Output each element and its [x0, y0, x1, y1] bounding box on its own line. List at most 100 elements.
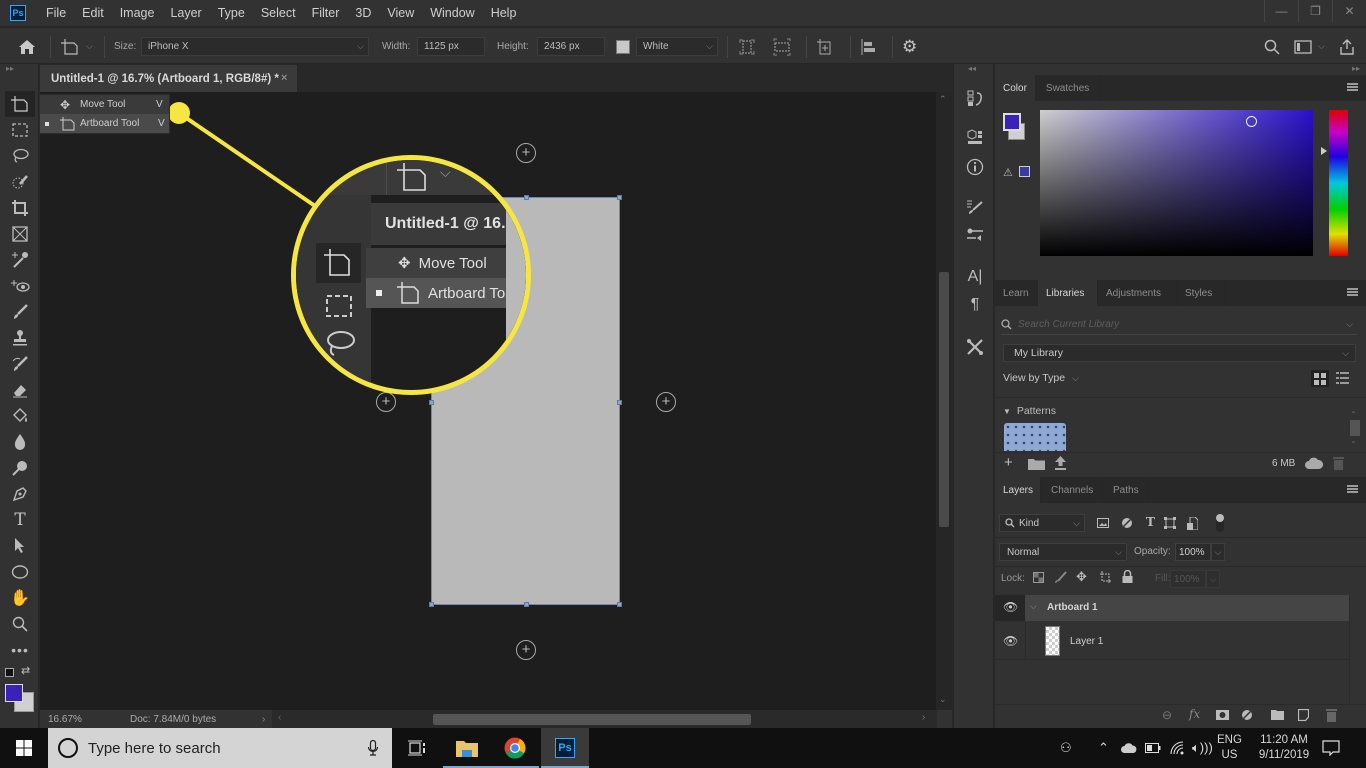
resize-handle[interactable]: [429, 602, 434, 607]
crop-tool[interactable]: [8, 197, 32, 219]
flyout-artboard-tool[interactable]: Artboard Tool V: [40, 114, 169, 133]
new-adjustment-layer-icon[interactable]: [1241, 709, 1253, 721]
tab-channels[interactable]: Channels: [1041, 477, 1103, 503]
status-menu-arrow-icon[interactable]: ›: [262, 714, 265, 725]
library-dropdown[interactable]: My Library ⌵: [1003, 344, 1356, 362]
tab-color[interactable]: Color: [995, 75, 1036, 101]
zoom-tool[interactable]: [8, 613, 32, 635]
show-hidden-icons-button[interactable]: ⌃: [1098, 728, 1109, 768]
resize-handle[interactable]: [524, 602, 529, 607]
quick-selection-tool[interactable]: [8, 171, 32, 193]
size-dropdown[interactable]: iPhone X ⌵: [141, 37, 369, 56]
filter-shape-layers-icon[interactable]: [1164, 517, 1176, 529]
out-of-gamut-warning-icon[interactable]: ⚠: [1003, 166, 1013, 179]
link-layers-icon[interactable]: ⊖: [1162, 708, 1172, 722]
resize-handle[interactable]: [617, 400, 622, 405]
task-view-button[interactable]: [392, 728, 440, 768]
opacity-slider-button[interactable]: ⌵: [1211, 543, 1225, 561]
add-artboard-left-icon[interactable]: +: [376, 392, 396, 412]
hue-slider[interactable]: [1329, 110, 1348, 256]
horizontal-scroll-thumb[interactable]: [433, 714, 751, 725]
menu-type[interactable]: Type: [218, 6, 245, 20]
chevron-down-icon[interactable]: ⌵: [1030, 601, 1037, 612]
document-tab[interactable]: Untitled-1 @ 16.7% (Artboard 1, RGB/8#) …: [40, 65, 297, 92]
info-panel-button[interactable]: [964, 156, 986, 178]
photoshop-taskbar-button[interactable]: Ps: [541, 728, 589, 768]
libraries-scrollbar[interactable]: ⌃ ⌄: [1350, 410, 1360, 448]
scroll-down-icon[interactable]: ⌄: [1350, 436, 1357, 445]
cloud-icon[interactable]: [1305, 457, 1323, 469]
lock-transparent-pixels-icon[interactable]: [1033, 572, 1044, 583]
minimize-button[interactable]: —: [1264, 0, 1298, 22]
lock-position-icon[interactable]: ✥: [1076, 569, 1087, 585]
color-picker-cursor[interactable]: [1246, 116, 1257, 127]
upload-icon[interactable]: [1054, 456, 1067, 471]
battery-button[interactable]: [1145, 728, 1161, 768]
history-panel-button[interactable]: [964, 87, 986, 109]
background-color-swatch[interactable]: [616, 39, 630, 54]
home-button[interactable]: [18, 28, 36, 65]
landscape-button[interactable]: [772, 28, 792, 65]
path-selection-tool[interactable]: [8, 535, 32, 557]
history-brush-tool[interactable]: [8, 353, 32, 375]
brush-settings-button[interactable]: [964, 196, 986, 218]
scroll-down-icon[interactable]: ⌄: [939, 694, 947, 705]
frame-tool[interactable]: [8, 223, 32, 245]
library-search[interactable]: Search Current Library ⌵: [1001, 315, 1357, 335]
restore-button[interactable]: ❐: [1298, 0, 1332, 22]
pen-tool[interactable]: [8, 483, 32, 505]
folder-icon[interactable]: [1028, 458, 1045, 470]
menu-3d[interactable]: 3D: [355, 6, 371, 20]
color-panel-foreground-swatch[interactable]: [1003, 113, 1021, 131]
menu-layer[interactable]: Layer: [170, 6, 201, 20]
view-by-type-dropdown[interactable]: View by Type ⌵: [1003, 372, 1079, 384]
blend-mode-dropdown[interactable]: Normal ⌵: [999, 543, 1127, 561]
lock-image-pixels-icon[interactable]: [1055, 571, 1067, 583]
add-artboard-bottom-icon[interactable]: +: [516, 640, 536, 660]
layers-scrollbar[interactable]: [1349, 595, 1366, 703]
fill-slider-button[interactable]: ⌵: [1206, 570, 1220, 588]
file-explorer-button[interactable]: [443, 728, 491, 768]
search-button[interactable]: [1264, 28, 1280, 65]
menu-view[interactable]: View: [387, 6, 414, 20]
close-tab-icon[interactable]: ×: [281, 72, 287, 84]
blur-tool[interactable]: [8, 431, 32, 453]
clock-button[interactable]: 11:20 AM 9/11/2019: [1254, 728, 1314, 768]
settings-button[interactable]: ⚙: [902, 28, 917, 65]
flyout-move-tool[interactable]: ✥ Move Tool V: [40, 95, 169, 114]
type-tool[interactable]: T: [8, 509, 32, 531]
menu-file[interactable]: File: [46, 6, 66, 20]
lock-artboard-icon[interactable]: [1099, 571, 1112, 584]
marquee-tool[interactable]: [8, 119, 32, 141]
chrome-button[interactable]: [491, 728, 539, 768]
menu-edit[interactable]: Edit: [82, 6, 104, 20]
height-input[interactable]: 2436 px: [537, 37, 605, 56]
tab-adjustments[interactable]: Adjustments: [1098, 280, 1177, 306]
menu-window[interactable]: Window: [430, 6, 474, 20]
zoom-level[interactable]: 16.67%: [48, 714, 82, 725]
eraser-tool[interactable]: [8, 379, 32, 401]
more-tools-button[interactable]: •••: [8, 639, 32, 661]
trash-icon[interactable]: [1333, 456, 1344, 470]
layer-row-artboard[interactable]: 👁 ⌵ Artboard 1: [995, 595, 1349, 621]
width-input[interactable]: 1125 px: [417, 37, 485, 56]
workspace-button[interactable]: ⌵: [1294, 28, 1325, 65]
properties-panel-button[interactable]: [964, 336, 986, 358]
libraries-scroll-thumb[interactable]: [1350, 420, 1360, 436]
panel-menu-icon[interactable]: [1347, 288, 1358, 296]
filter-toggle[interactable]: [1216, 514, 1224, 532]
align-button[interactable]: [860, 28, 878, 65]
language-button[interactable]: ENG US: [1217, 728, 1242, 768]
paragraph-panel-button[interactable]: ¶: [964, 294, 986, 316]
foreground-color-swatch[interactable]: [5, 684, 23, 702]
tab-styles[interactable]: Styles: [1177, 280, 1225, 306]
spot-healing-tool[interactable]: [8, 275, 32, 297]
menu-filter[interactable]: Filter: [312, 6, 340, 20]
color-field[interactable]: [1040, 110, 1313, 256]
brush-tool[interactable]: [8, 301, 32, 323]
eye-icon[interactable]: 👁: [1003, 600, 1018, 614]
delete-layer-icon[interactable]: [1326, 708, 1337, 722]
tab-swatches[interactable]: Swatches: [1036, 75, 1100, 101]
add-artboard-button[interactable]: [816, 28, 834, 65]
action-center-button[interactable]: [1322, 728, 1340, 768]
